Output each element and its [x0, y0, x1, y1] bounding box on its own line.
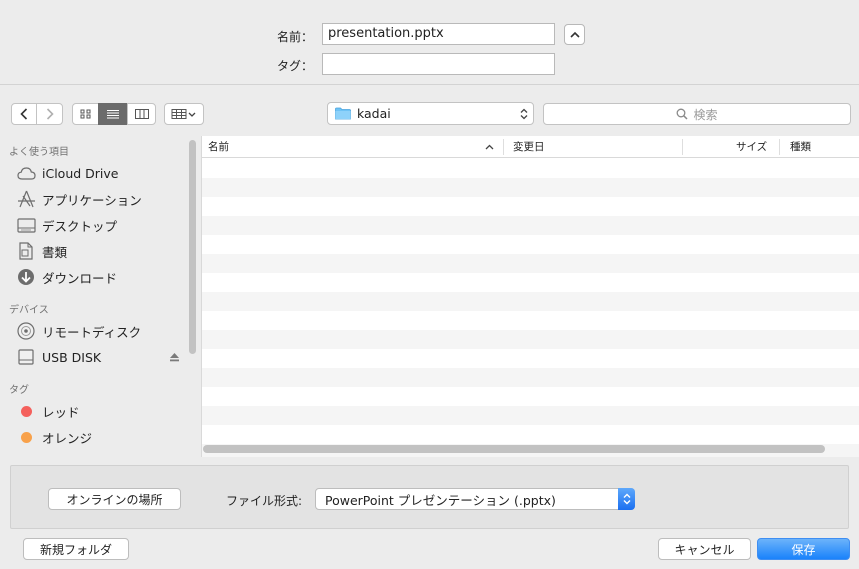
chevron-up-icon	[569, 31, 580, 38]
arrange-button[interactable]	[164, 103, 204, 125]
list-view-button[interactable]	[98, 103, 128, 125]
empty-row-stripe	[202, 387, 859, 406]
sidebar-item-label: リモートディスク	[42, 324, 142, 340]
column-divider	[779, 139, 780, 155]
sidebar-item-label: iCloud Drive	[42, 165, 119, 181]
empty-row-stripe	[202, 368, 859, 387]
column-divider	[503, 139, 504, 155]
back-button[interactable]	[11, 103, 37, 125]
devices-header: デバイス	[9, 305, 49, 316]
filename-field[interactable]: presentation.pptx	[322, 23, 555, 45]
download-icon	[16, 267, 36, 287]
favorites-header: よく使う項目	[9, 147, 69, 158]
file-format-label: ファイル形式:	[226, 494, 303, 508]
tags-label: タグ：	[276, 59, 313, 73]
tag-color-dot	[16, 427, 36, 447]
sidebar-item-downloads[interactable]: ダウンロード	[16, 266, 117, 288]
updown-chevron-icon	[618, 488, 635, 510]
column-view-button[interactable]	[127, 103, 156, 125]
column-header-name[interactable]: 名前	[208, 136, 229, 158]
sidebar-item-label: デスクトップ	[42, 218, 118, 234]
drive-icon	[16, 347, 36, 367]
disc-icon	[16, 321, 36, 341]
list-rows	[202, 159, 859, 457]
empty-row-stripe	[202, 425, 859, 444]
sidebar-item-label: アプリケーション	[42, 192, 142, 208]
sort-ascending-icon	[485, 144, 494, 150]
sidebar-item-label: ダウンロード	[42, 270, 118, 286]
file-format-popup[interactable]: PowerPoint プレゼンテーション (.pptx)	[315, 488, 635, 510]
columns-icon	[134, 109, 149, 119]
empty-row-stripe	[202, 178, 859, 197]
collapse-button[interactable]	[564, 24, 585, 45]
empty-row-stripe	[202, 330, 859, 349]
desktop-icon	[16, 215, 36, 235]
empty-row-stripe	[202, 273, 859, 292]
empty-row-stripe	[202, 216, 859, 235]
column-header-modified[interactable]: 変更日	[513, 136, 545, 158]
empty-row-stripe	[202, 292, 859, 311]
empty-row-stripe	[202, 197, 859, 216]
cloud-icon	[16, 163, 36, 183]
sidebar-item-label: 書類	[42, 244, 68, 260]
forward-button[interactable]	[36, 103, 63, 125]
documents-icon	[16, 241, 36, 261]
column-header-kind[interactable]: 種類	[790, 136, 811, 158]
folder-icon	[335, 107, 351, 120]
list-icon	[107, 110, 119, 119]
sidebar-scrollbar[interactable]	[189, 140, 196, 354]
sidebar-item-tag-red[interactable]: レッド	[16, 400, 80, 422]
empty-row-stripe	[202, 235, 859, 254]
sidebar-item-usb-disk[interactable]: USB DISK	[16, 346, 101, 368]
file-list[interactable]: 名前 変更日 サイズ 種類	[201, 136, 859, 457]
sidebar-item-label: レッド	[42, 404, 80, 420]
eject-icon[interactable]	[169, 351, 180, 362]
empty-row-stripe	[202, 311, 859, 330]
column-header-size[interactable]: サイズ	[736, 136, 767, 158]
header-separator	[0, 84, 859, 85]
sidebar-item-applications[interactable]: アプリケーション	[16, 188, 142, 210]
empty-row-stripe	[202, 254, 859, 273]
tags-header: タグ	[9, 385, 29, 396]
location-popup[interactable]: kadai	[327, 102, 534, 125]
sidebar: よく使う項目 iCloud Drive アプリケーション デスクトップ 書類 ダ…	[0, 136, 200, 457]
cancel-button[interactable]: キャンセル	[658, 538, 751, 560]
save-button[interactable]: 保存	[757, 538, 850, 560]
sidebar-item-documents[interactable]: 書類	[16, 240, 67, 262]
search-field[interactable]: 検索	[543, 103, 851, 125]
sidebar-item-label: オレンジ	[42, 430, 93, 446]
search-icon	[677, 108, 689, 120]
new-folder-button[interactable]: 新規フォルダ	[23, 538, 129, 560]
sidebar-item-tag-orange[interactable]: オレンジ	[16, 426, 92, 448]
location-label: kadai	[357, 106, 391, 121]
sidebar-item-remote-disc[interactable]: リモートディスク	[16, 320, 141, 342]
arrange-icon	[171, 109, 196, 119]
grid-icon	[80, 109, 90, 119]
tag-color-dot	[16, 401, 36, 421]
online-locations-button[interactable]: オンラインの場所	[48, 488, 181, 510]
empty-row-stripe	[202, 349, 859, 368]
file-format-value: PowerPoint プレゼンテーション (.pptx)	[325, 492, 556, 508]
empty-row-stripe	[202, 159, 859, 178]
updown-chevron-icon	[520, 108, 528, 120]
search-placeholder: 検索	[693, 107, 718, 122]
tags-field[interactable]	[322, 53, 555, 75]
chevron-left-icon	[20, 108, 28, 120]
sidebar-item-label: USB DISK	[42, 349, 102, 365]
applications-icon	[16, 189, 36, 209]
sidebar-item-icloud-drive[interactable]: iCloud Drive	[16, 162, 118, 184]
chevron-right-icon	[46, 108, 54, 120]
list-horizontal-scrollbar[interactable]	[203, 445, 825, 453]
icon-view-button[interactable]	[72, 103, 99, 125]
empty-row-stripe	[202, 406, 859, 425]
name-label: 名前：	[276, 30, 313, 44]
column-divider	[682, 139, 683, 155]
sidebar-item-desktop[interactable]: デスクトップ	[16, 214, 117, 236]
list-header: 名前 変更日 サイズ 種類	[202, 136, 859, 158]
